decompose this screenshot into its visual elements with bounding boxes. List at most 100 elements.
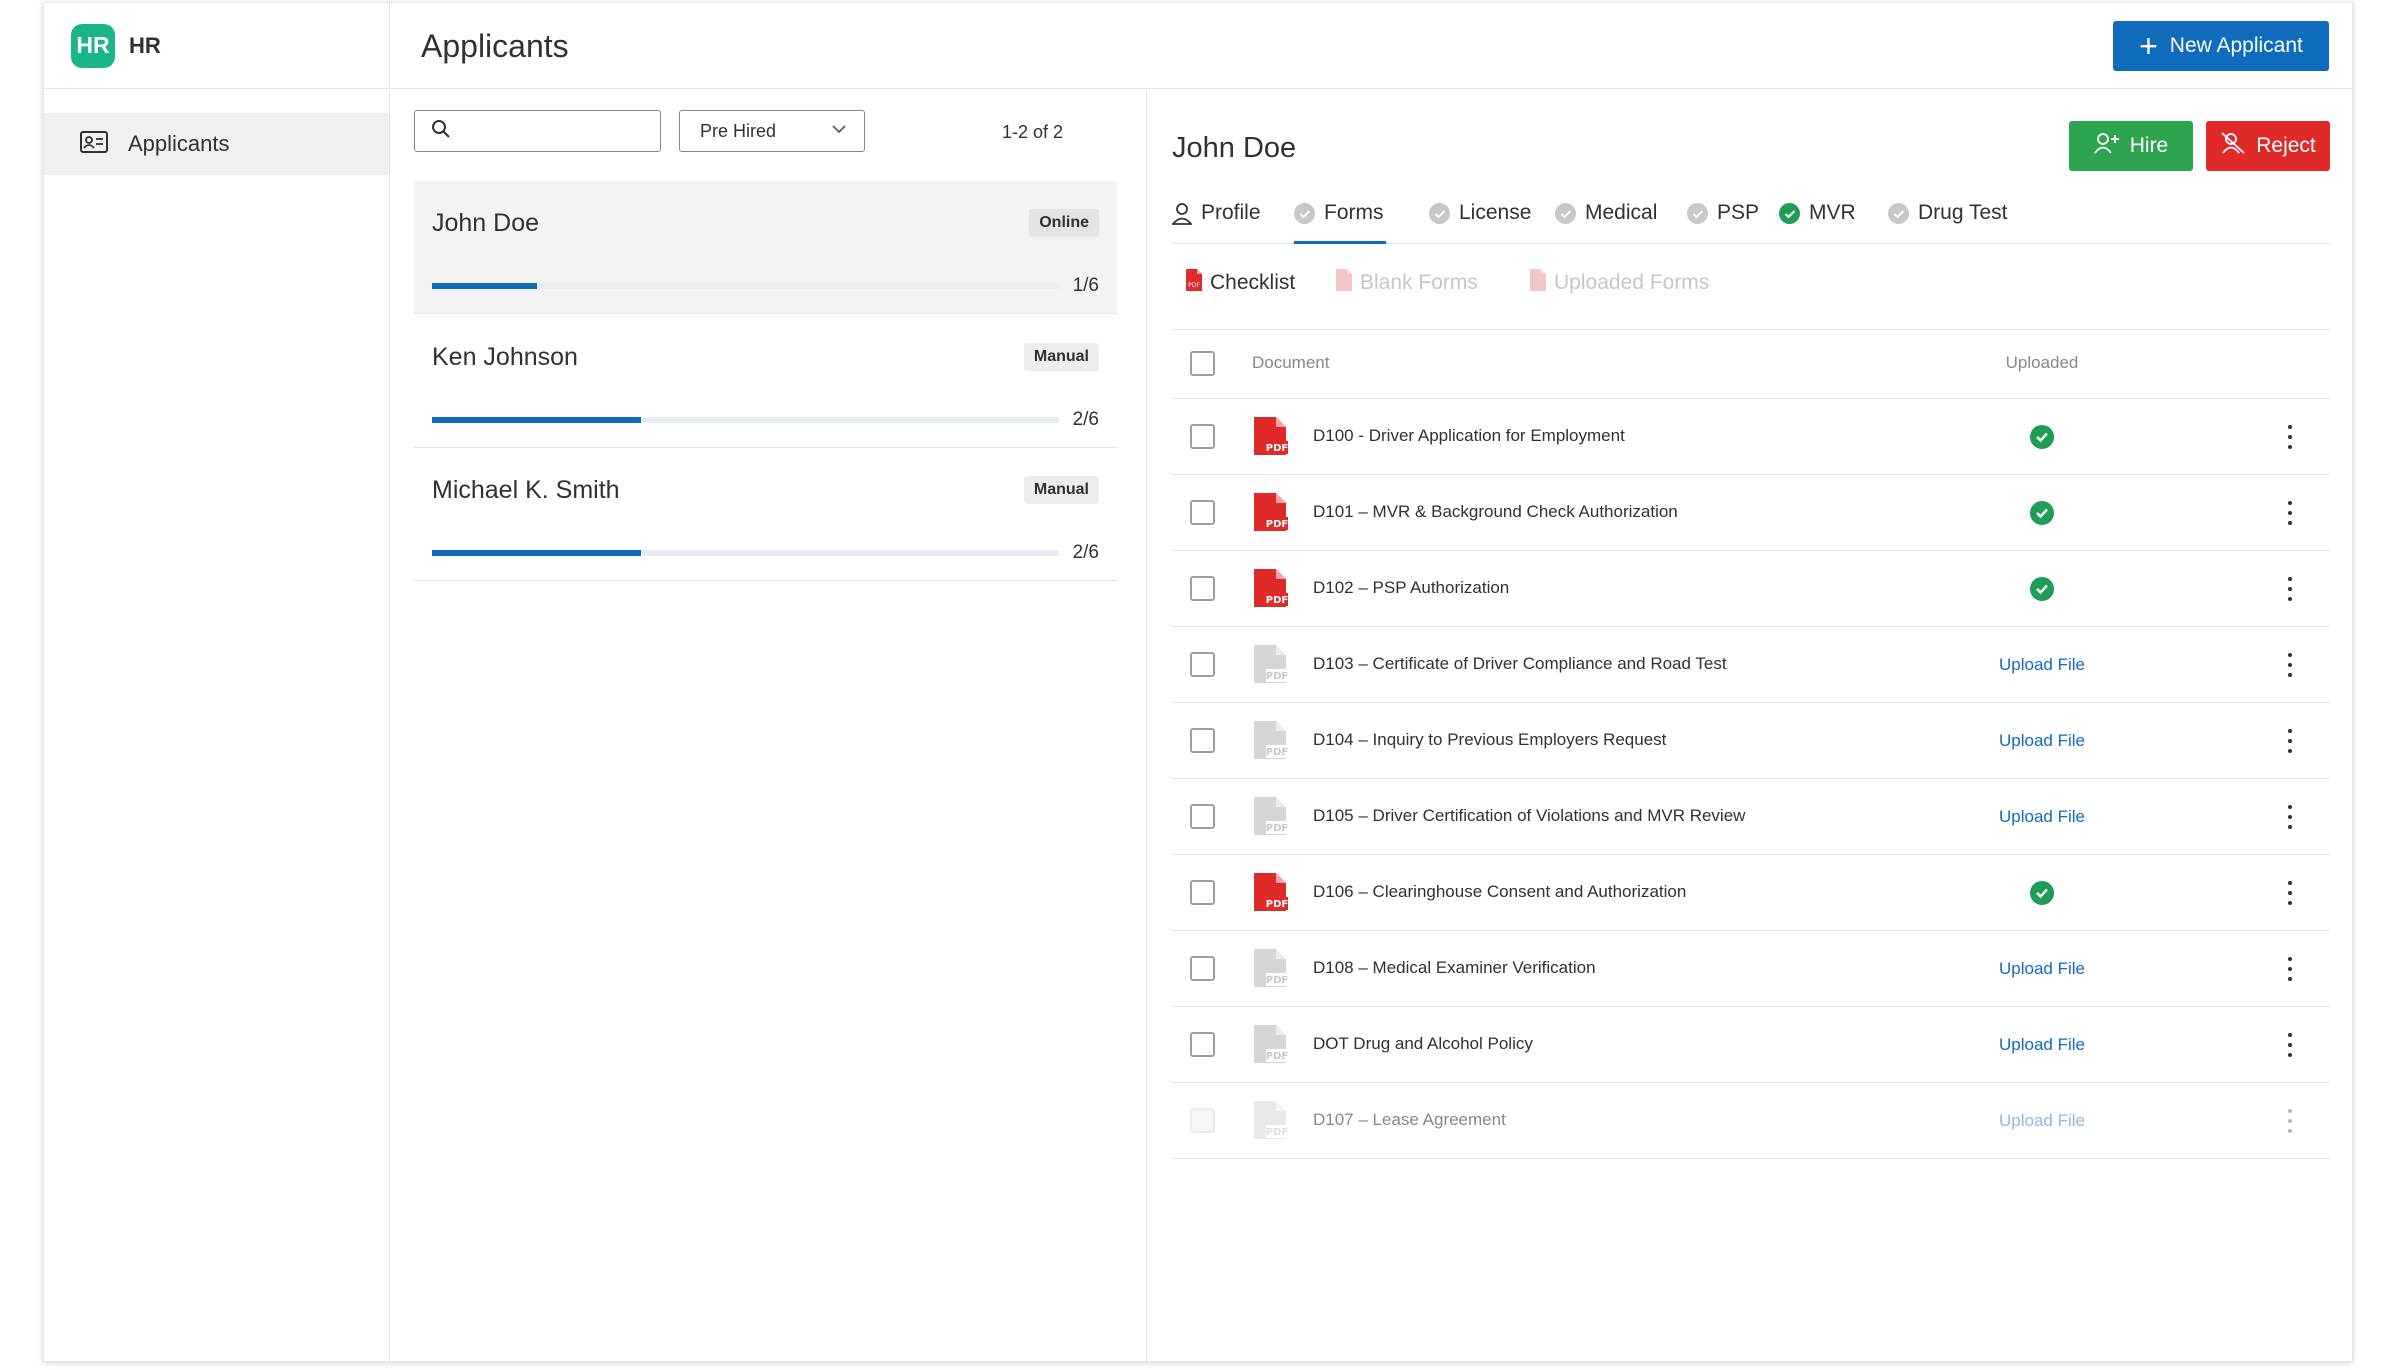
table-body: PDF D100 - Driver Application for Employm…: [1172, 399, 2330, 1159]
table-row[interactable]: PDF D102 – PSP Authorization: [1172, 551, 2330, 627]
upload-file-link[interactable]: Upload File: [1999, 959, 2085, 979]
reject-button[interactable]: Reject: [2206, 121, 2330, 171]
document-name: D107 – Lease Agreement: [1313, 1110, 1506, 1129]
subtab-label: Blank Forms: [1360, 271, 1478, 294]
more-options-icon[interactable]: [2282, 801, 2298, 833]
upload-file-link[interactable]: Upload File: [1999, 655, 2085, 675]
table-row[interactable]: PDF D106 – Clearinghouse Consent and Auth…: [1172, 855, 2330, 931]
more-options-icon[interactable]: [2282, 953, 2298, 985]
status-filter-dropdown[interactable]: Pre Hired: [679, 110, 865, 152]
subtab-checklist[interactable]: PDF Checklist: [1184, 268, 1295, 298]
table-row[interactable]: PDF D108 – Medical Examiner Verification U…: [1172, 931, 2330, 1007]
more-options-icon[interactable]: [2282, 421, 2298, 453]
more-options-icon[interactable]: [2282, 649, 2298, 681]
document-name: D103 – Certificate of Driver Compliance …: [1313, 654, 1727, 673]
nav-item-label: Applicants: [128, 131, 230, 156]
svg-text:PDF: PDF: [1266, 671, 1288, 682]
svg-text:PDF: PDF: [1266, 747, 1288, 758]
upload-status: [1952, 475, 2132, 551]
column-header-uploaded: Uploaded: [2005, 353, 2079, 372]
document-name: D101 – MVR & Background Check Authorizat…: [1313, 502, 1678, 521]
row-checkbox[interactable]: [1190, 1108, 1215, 1133]
app-logo: HR: [71, 23, 115, 68]
source-badge: Manual: [1023, 343, 1099, 371]
more-options-icon[interactable]: [2282, 725, 2298, 757]
applicant-card[interactable]: John Doe Online 1/6: [414, 181, 1117, 314]
table-row[interactable]: PDF D100 - Driver Application for Employm…: [1172, 399, 2330, 475]
progress-bar: [432, 417, 1059, 423]
top-bar: Applicants + New Applicant: [391, 3, 2352, 89]
progress-fill: [432, 283, 537, 289]
table-row[interactable]: PDF D107 – Lease Agreement Upload File: [1172, 1083, 2330, 1159]
applicant-detail-panel: John Doe Hire Reject Profile Forms Licen…: [1148, 90, 2352, 1362]
hire-button[interactable]: Hire: [2069, 121, 2193, 171]
upload-status: [1952, 855, 2132, 931]
svg-text:PDF: PDF: [1266, 595, 1288, 606]
table-row[interactable]: PDF D103 – Certificate of Driver Complian…: [1172, 627, 2330, 703]
subtab-blank-forms[interactable]: Blank Forms: [1334, 268, 1478, 298]
upload-file-link[interactable]: Upload File: [1999, 1035, 2085, 1055]
check-circle-icon: [1687, 203, 1708, 224]
row-checkbox[interactable]: [1190, 1032, 1215, 1057]
tab-psp[interactable]: PSP: [1687, 201, 1759, 244]
search-input[interactable]: [414, 110, 661, 152]
documents-table: Document Uploaded PDF D100 - Driver Appli…: [1172, 329, 2330, 1159]
upload-status: Upload File: [1952, 931, 2132, 1007]
svg-text:PDF: PDF: [1188, 282, 1200, 289]
tab-medical[interactable]: Medical: [1555, 201, 1657, 244]
pdf-icon: PDF: [1252, 1100, 1288, 1145]
remove-person-icon: [2220, 132, 2256, 160]
tab-label: Forms: [1324, 201, 1384, 224]
document-name: D105 – Driver Certification of Violation…: [1313, 806, 1746, 825]
pdf-icon: PDF: [1252, 872, 1288, 917]
tab-mvr[interactable]: MVR: [1779, 201, 1856, 244]
subtab-uploaded-forms[interactable]: Uploaded Forms: [1528, 268, 1709, 298]
more-options-icon[interactable]: [2282, 497, 2298, 529]
row-checkbox[interactable]: [1190, 728, 1215, 753]
brand-name: HR: [129, 32, 161, 58]
table-row[interactable]: PDF D104 – Inquiry to Previous Employers …: [1172, 703, 2330, 779]
new-applicant-label: New Applicant: [2169, 34, 2303, 57]
row-checkbox[interactable]: [1190, 500, 1215, 525]
hire-label: Hire: [2129, 134, 2169, 157]
more-options-icon[interactable]: [2282, 1105, 2298, 1137]
more-options-icon[interactable]: [2282, 877, 2298, 909]
table-row[interactable]: PDF DOT Drug and Alcohol Policy Upload Fil…: [1172, 1007, 2330, 1083]
upload-file-link[interactable]: Upload File: [1999, 1111, 2085, 1131]
uploaded-check-icon: [2030, 501, 2054, 525]
detail-tabs: Profile Forms License Medical PSP MVR Dr…: [1171, 194, 2330, 244]
tab-label: Medical: [1585, 201, 1658, 224]
applicant-card[interactable]: Ken Johnson Manual 2/6: [414, 315, 1117, 448]
table-row[interactable]: PDF D101 – MVR & Background Check Authori…: [1172, 475, 2330, 551]
tab-forms[interactable]: Forms: [1294, 201, 1386, 244]
new-applicant-button[interactable]: + New Applicant: [2113, 21, 2329, 71]
row-checkbox[interactable]: [1190, 424, 1215, 449]
applicant-name: Ken Johnson: [432, 343, 578, 371]
applicant-detail-name: John Doe: [1172, 132, 1297, 164]
row-checkbox[interactable]: [1190, 804, 1215, 829]
applicant-card[interactable]: Michael K. Smith Manual 2/6: [414, 448, 1117, 581]
row-checkbox[interactable]: [1190, 956, 1215, 981]
more-options-icon[interactable]: [2282, 1029, 2298, 1061]
column-header-document: Document: [1252, 353, 1330, 372]
nav-item-applicants[interactable]: Applicants: [44, 113, 389, 175]
subtab-label: Uploaded Forms: [1554, 271, 1710, 294]
uploaded-check-icon: [2030, 881, 2054, 905]
row-checkbox[interactable]: [1190, 576, 1215, 601]
select-all-checkbox[interactable]: [1190, 351, 1215, 376]
document-name: DOT Drug and Alcohol Policy: [1313, 1034, 1533, 1053]
progress-text: 1/6: [1072, 275, 1099, 296]
more-options-icon[interactable]: [2282, 573, 2298, 605]
progress-bar: [432, 550, 1059, 556]
pdf-icon: PDF: [1252, 720, 1288, 765]
upload-file-link[interactable]: Upload File: [1999, 807, 2085, 827]
tab-profile[interactable]: Profile: [1171, 201, 1261, 244]
document-name: D102 – PSP Authorization: [1313, 578, 1510, 597]
document-name: D108 – Medical Examiner Verification: [1313, 958, 1596, 977]
row-checkbox[interactable]: [1190, 880, 1215, 905]
upload-file-link[interactable]: Upload File: [1999, 731, 2085, 751]
row-checkbox[interactable]: [1190, 652, 1215, 677]
table-row[interactable]: PDF D105 – Driver Certification of Violat…: [1172, 779, 2330, 855]
tab-drug-test[interactable]: Drug Test: [1888, 201, 2008, 244]
tab-license[interactable]: License: [1429, 201, 1531, 244]
